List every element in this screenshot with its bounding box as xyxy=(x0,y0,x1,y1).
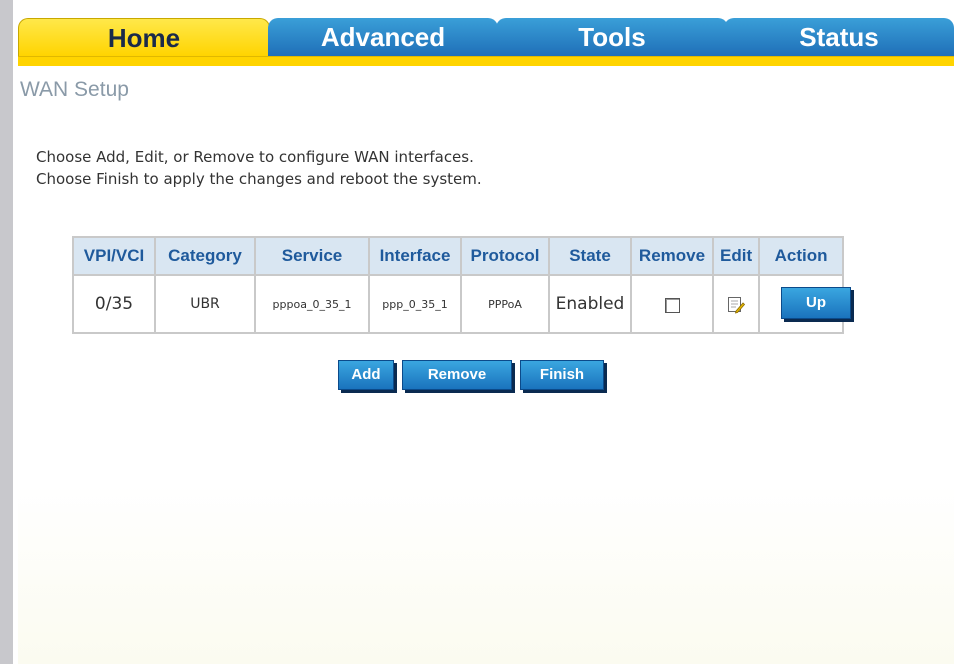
tab-status[interactable]: Status xyxy=(724,18,954,56)
up-button[interactable]: Up xyxy=(781,287,851,319)
table-header-row: VPI/VCI Category Service Interface Proto… xyxy=(72,236,845,276)
wan-interfaces-table: VPI/VCI Category Service Interface Proto… xyxy=(72,236,845,334)
cell-vpi-vci: 0/35 xyxy=(72,274,156,334)
header-edit: Edit xyxy=(711,236,761,276)
cell-service: pppoa_0_35_1 xyxy=(254,274,370,334)
header-state: State xyxy=(548,236,632,276)
window-left-border xyxy=(0,0,13,664)
remove-button[interactable]: Remove xyxy=(402,360,512,390)
cell-interface: ppp_0_35_1 xyxy=(368,274,462,334)
header-vpi-vci: VPI/VCI xyxy=(72,236,156,276)
header-category: Category xyxy=(154,236,256,276)
page-description-line-2: Choose Finish to apply the changes and r… xyxy=(36,170,482,188)
tab-tools[interactable]: Tools xyxy=(496,18,728,56)
table-row: 0/35 UBR pppoa_0_35_1 ppp_0_35_1 PPPoA E… xyxy=(72,274,845,334)
top-strip xyxy=(13,0,954,14)
cell-remove xyxy=(630,274,714,334)
header-action: Action xyxy=(758,236,845,276)
header-service: Service xyxy=(254,236,370,276)
main-nav-tabs: Home Advanced Tools Status xyxy=(18,14,954,62)
cell-state: Enabled xyxy=(548,274,632,334)
remove-checkbox[interactable] xyxy=(664,297,680,313)
finish-button[interactable]: Finish xyxy=(520,360,604,390)
add-button[interactable]: Add xyxy=(338,360,394,390)
header-interface: Interface xyxy=(368,236,462,276)
page-title: WAN Setup xyxy=(20,78,129,101)
cell-edit xyxy=(711,274,761,334)
edit-icon[interactable] xyxy=(727,296,746,314)
cell-category: UBR xyxy=(154,274,256,334)
tab-underline-bar xyxy=(18,56,954,66)
tab-home[interactable]: Home xyxy=(18,18,270,56)
cell-protocol: PPPoA xyxy=(460,274,550,334)
tab-advanced[interactable]: Advanced xyxy=(268,18,498,56)
header-protocol: Protocol xyxy=(460,236,550,276)
page-description-line-1: Choose Add, Edit, or Remove to configure… xyxy=(36,148,474,166)
header-remove: Remove xyxy=(630,236,714,276)
